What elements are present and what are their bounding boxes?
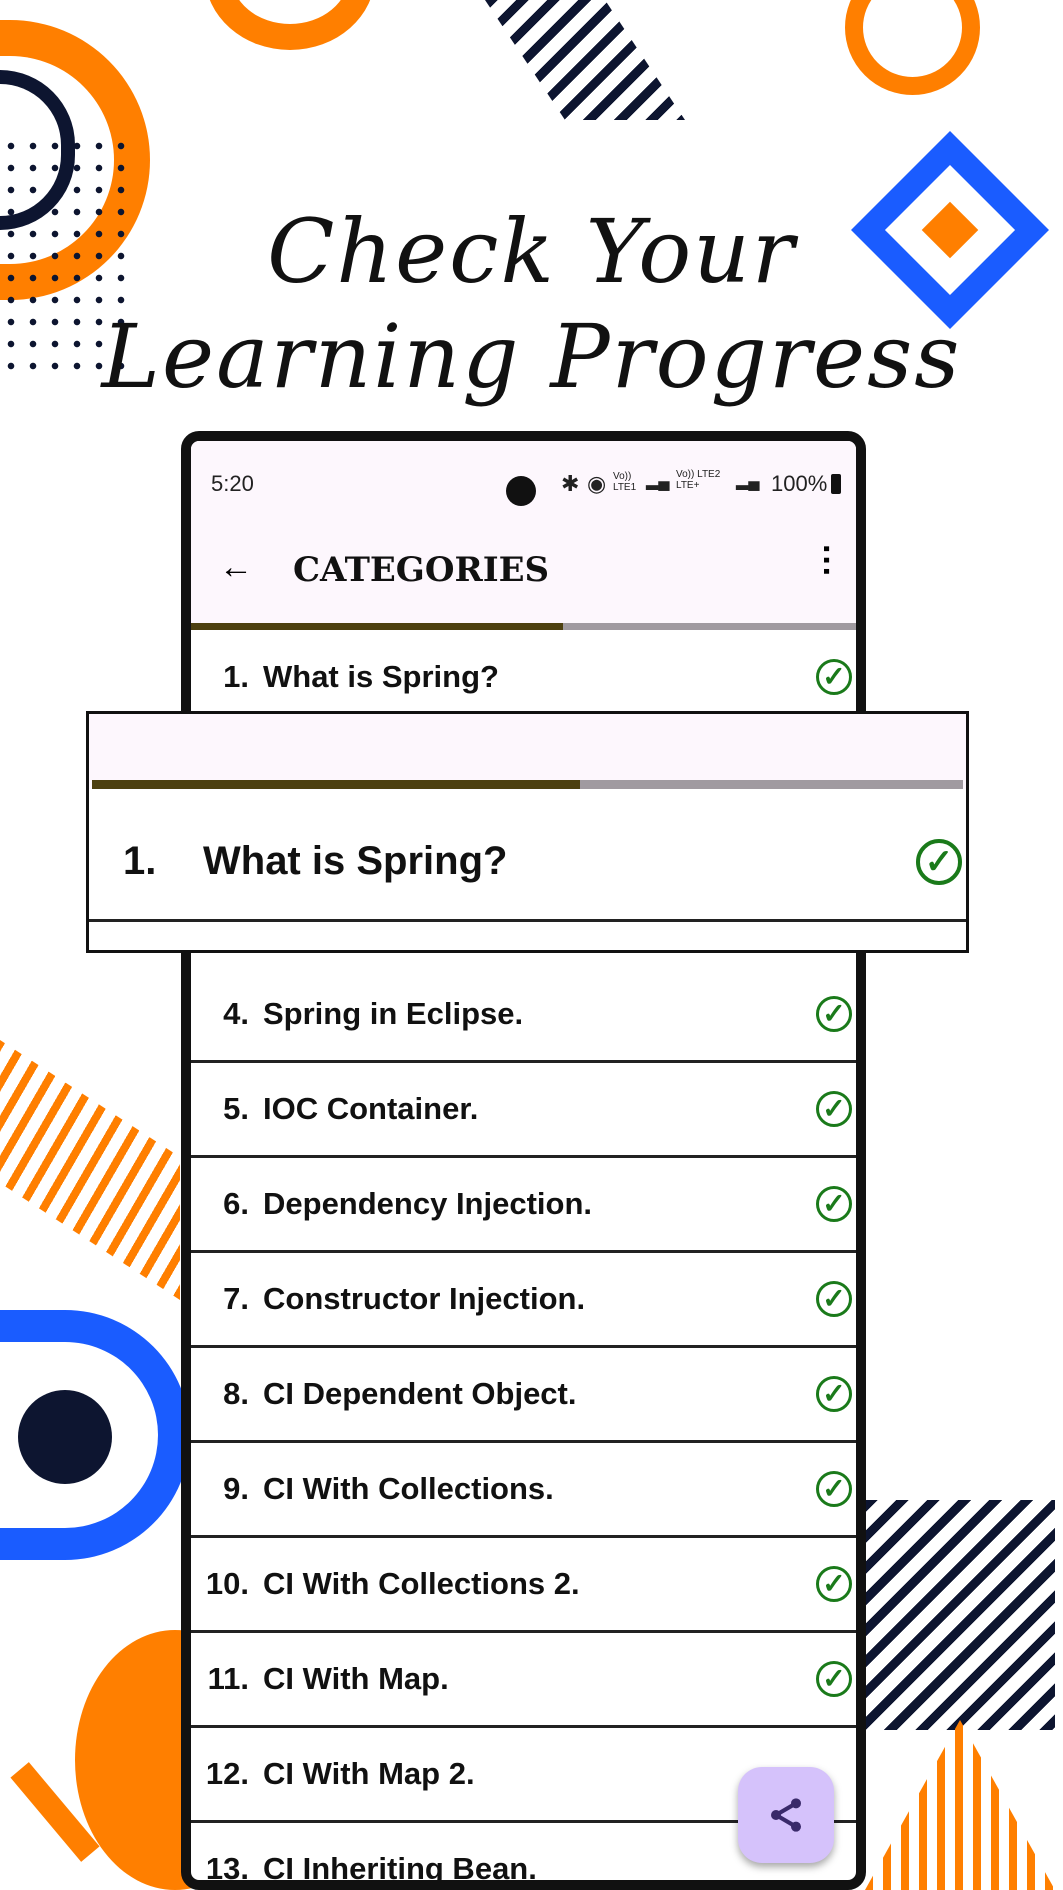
decor-orange-ring-top (205, 0, 375, 50)
item-number: 12. (205, 1756, 249, 1791)
headline-line-1: Check Your (267, 200, 796, 303)
check-circle-icon: ✓ (916, 838, 962, 885)
item-title: CI With Map 2. (263, 1756, 475, 1791)
check-circle-icon: ✓ (816, 1281, 852, 1317)
lte1-label: Vo)) LTE1 (613, 471, 637, 493)
app-toolbar: ← CATEGORIES ··· (191, 526, 856, 623)
decor-orange-bars (865, 1720, 1055, 1890)
list-item[interactable]: 7. Constructor Injection. ✓ (191, 1253, 856, 1348)
check-circle-icon: ✓ (816, 1566, 852, 1602)
progress-bar (191, 623, 856, 630)
status-time: 5:20 (211, 471, 254, 496)
item-title: Spring in Eclipse. (263, 996, 524, 1031)
item-number: 10. (205, 1566, 249, 1601)
share-icon (771, 1798, 801, 1832)
more-vert-icon[interactable]: ··· (807, 544, 845, 578)
status-bar: 5:20 ✱ ◉ Vo)) LTE1 ▂▄ Vo)) LTE2 LTE+ ▂▄ … (191, 441, 856, 526)
progress-fill (191, 623, 564, 630)
item-number: 5. (223, 1091, 249, 1126)
item-number: 13. (205, 1851, 249, 1886)
share-button[interactable] (738, 1767, 834, 1863)
item-number: 1. (223, 659, 249, 694)
list-item[interactable]: 11. CI With Map. ✓ (191, 1633, 856, 1728)
check-circle-icon: ✓ (816, 1186, 852, 1222)
list-item[interactable]: 5. IOC Container. ✓ (191, 1063, 856, 1158)
item-number: 6. (223, 1186, 249, 1221)
decor-orange-stripes-left (0, 1040, 180, 1300)
hotspot-icon: ◉ (587, 471, 607, 496)
item-title: CI Dependent Object. (263, 1376, 577, 1411)
headline-line-2: Learning Progress (101, 305, 962, 408)
item-number: 4. (223, 996, 249, 1031)
decor-orange-ring-right (845, 0, 980, 95)
list-item[interactable]: 10. CI With Collections 2. ✓ (191, 1538, 856, 1633)
bluetooth-icon: ✱ (561, 471, 580, 496)
item-title: IOC Container. (263, 1091, 479, 1126)
item-title: CI Inheriting Bean. (263, 1851, 537, 1886)
lte2-label: Vo)) LTE2 LTE+ (676, 469, 721, 491)
item-title: What is Spring? (263, 659, 499, 694)
list-item[interactable]: 9. CI With Collections. ✓ (191, 1443, 856, 1538)
check-circle-icon: ✓ (816, 996, 852, 1032)
list-item[interactable]: 8. CI Dependent Object. ✓ (191, 1348, 856, 1443)
battery-percent: 100% (771, 471, 828, 496)
item-number: 9. (223, 1471, 249, 1506)
decor-navy-stripes (485, 0, 685, 120)
item-number: 11. (207, 1661, 249, 1696)
camera-cutout (506, 476, 536, 506)
magnified-callout: 1. What is Spring? ✓ (86, 711, 969, 953)
list-item[interactable]: 6. Dependency Injection. ✓ (191, 1158, 856, 1253)
item-title: What is Spring? (203, 839, 508, 883)
item-number: 7. (223, 1281, 249, 1316)
item-title: Constructor Injection. (263, 1281, 586, 1316)
item-number: 1. (123, 839, 157, 883)
item-title: Dependency Injection. (263, 1186, 593, 1221)
signal-icon: ▂▄ (736, 473, 760, 490)
magnified-list-item[interactable]: 1. What is Spring? ✓ (89, 804, 966, 922)
check-circle-icon: ✓ (816, 659, 852, 695)
battery-icon (831, 474, 841, 494)
item-title: CI With Map. (263, 1661, 449, 1696)
item-title: CI With Collections. (263, 1471, 554, 1506)
signal-icon: ▂▄ (646, 473, 670, 490)
magnified-progress-bar (92, 780, 963, 789)
item-title: CI With Collections 2. (263, 1566, 580, 1601)
phone-screen: 5:20 ✱ ◉ Vo)) LTE1 ▂▄ Vo)) LTE2 LTE+ ▂▄ … (181, 431, 866, 1890)
item-number: 8. (223, 1376, 249, 1411)
list-item[interactable]: 4. Spring in Eclipse. ✓ (191, 968, 856, 1063)
decor-navy-stripes-right (865, 1500, 1055, 1730)
check-circle-icon: ✓ (816, 1471, 852, 1507)
back-button[interactable]: ← (219, 548, 253, 587)
check-circle-icon: ✓ (816, 1661, 852, 1697)
page-title: CATEGORIES (293, 550, 550, 590)
magnified-progress-fill (92, 780, 580, 789)
check-circle-icon: ✓ (816, 1376, 852, 1412)
decor-navy-dot (18, 1390, 112, 1484)
check-circle-icon: ✓ (816, 1091, 852, 1127)
